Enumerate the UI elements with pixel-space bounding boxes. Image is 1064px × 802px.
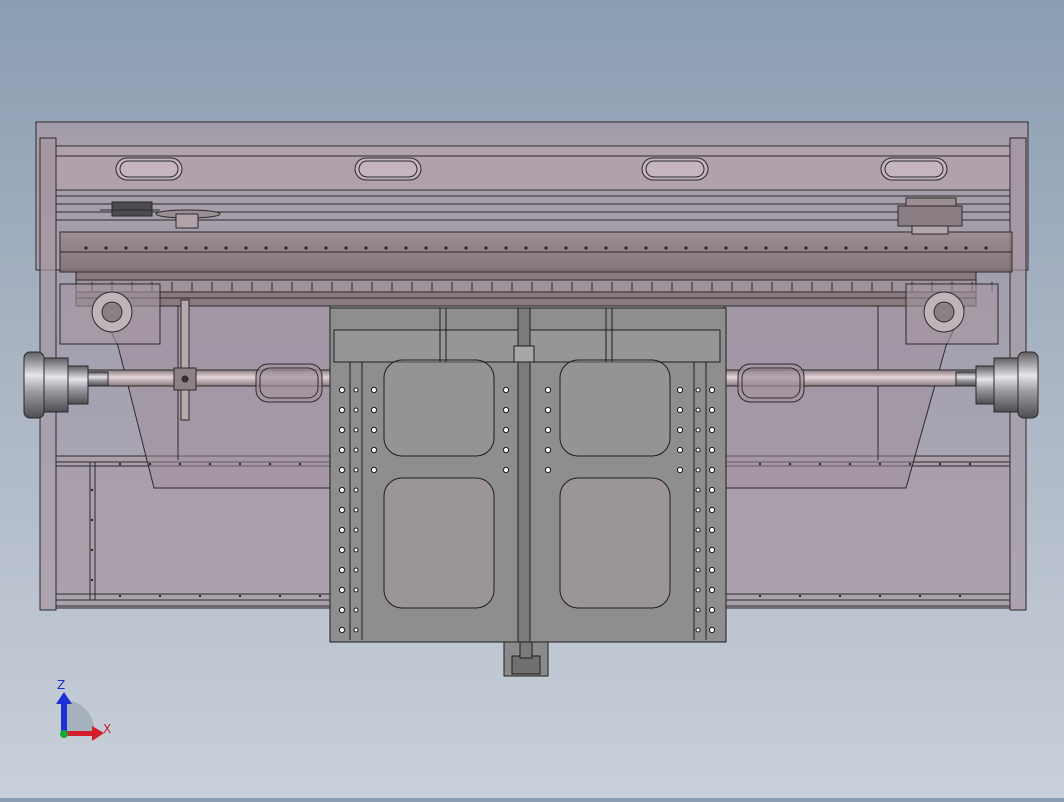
z-axis-label: Z [57, 678, 66, 692]
cad-viewport[interactable]: Z X [0, 0, 1064, 798]
x-axis-label: X [103, 722, 112, 736]
bottom-mount [503, 641, 549, 677]
corner-bracket-right [905, 283, 999, 345]
carriage-plate [329, 307, 727, 643]
corner-bracket-left [59, 283, 161, 345]
assembly-drawing[interactable] [0, 0, 1064, 798]
axis-triad [56, 692, 104, 741]
top-rail [59, 231, 1013, 307]
